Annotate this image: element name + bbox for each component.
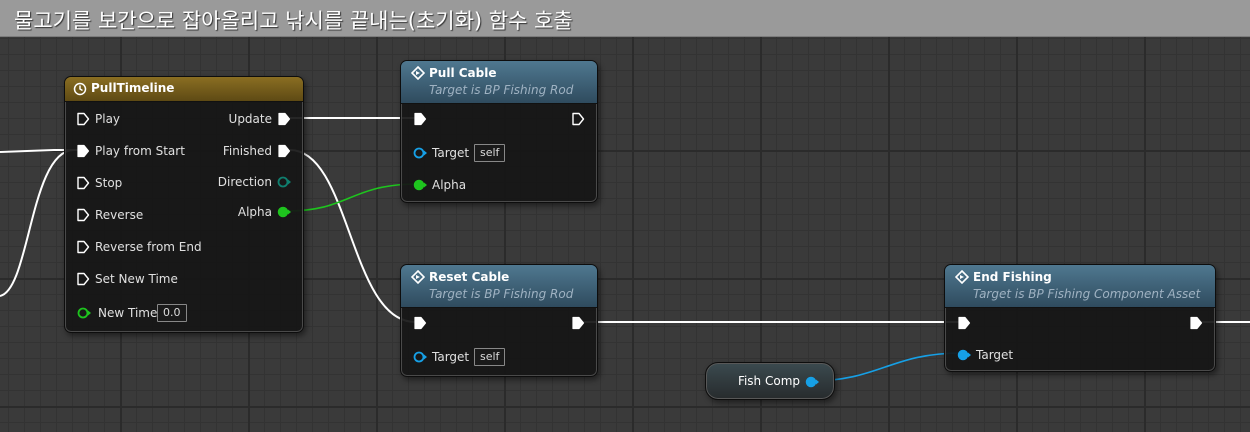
new-time-input[interactable]: 0.0 (157, 304, 187, 322)
exec-pin-icon (413, 316, 427, 330)
pin-exec-out[interactable] (565, 313, 585, 333)
reset-cable-header[interactable]: Reset Cable Target is BP Fishing Rod (401, 265, 597, 308)
function-icon (955, 270, 969, 284)
target-self-field[interactable]: self (474, 348, 506, 366)
float-pin-icon (77, 306, 91, 320)
exec-pin-icon (76, 112, 90, 126)
float-pin-icon (413, 178, 427, 192)
pin-label: Alpha (432, 178, 467, 192)
exec-pin-icon (571, 316, 585, 330)
pull-cable-subtitle: Target is BP Fishing Rod (429, 83, 574, 97)
exec-pin-icon (277, 144, 291, 158)
pull-cable-node[interactable]: Pull Cable Target is BP Fishing Rod Targ… (400, 60, 598, 203)
pin-label: Target (432, 146, 470, 160)
reset-cable-node[interactable]: Reset Cable Target is BP Fishing Rod Tar… (400, 264, 598, 377)
fish-comp-label: Fish Comp (737, 374, 800, 388)
pin-label: Set New Time (95, 272, 178, 286)
exec-pin-icon (76, 144, 90, 158)
pull-cable-header[interactable]: Pull Cable Target is BP Fishing Rod (401, 61, 597, 104)
object-pin-icon[interactable] (805, 375, 819, 389)
fish-comp-variable-node[interactable]: Fish Comp (705, 362, 835, 400)
exec-pin-icon (76, 272, 90, 286)
pin-target[interactable]: Target self (413, 143, 533, 163)
timeline-node-title: PullTimeline (91, 81, 175, 95)
function-icon (411, 66, 425, 80)
pin-label: New Time (98, 306, 158, 320)
object-pin-icon (413, 350, 427, 364)
exec-pin-icon (571, 112, 585, 126)
reset-cable-subtitle: Target is BP Fishing Rod (429, 287, 574, 301)
exec-pin-icon (76, 240, 90, 254)
object-pin-icon (413, 146, 427, 160)
pin-label: Play from Start (95, 144, 185, 158)
pin-label: Alpha (237, 205, 272, 219)
pull-cable-title: Pull Cable (429, 66, 497, 80)
exec-pin-icon (413, 112, 427, 126)
pin-label: Target (976, 348, 1014, 362)
pin-exec-out[interactable] (1183, 313, 1203, 333)
pin-label: Update (228, 112, 272, 126)
pin-label: Stop (95, 176, 123, 190)
pin-label: Finished (222, 144, 272, 158)
clock-icon (73, 82, 87, 96)
pin-target[interactable]: Target self (413, 347, 533, 367)
pin-new-time[interactable]: New Time 0.0 (77, 303, 217, 323)
end-fishing-node[interactable]: End Fishing Target is BP Fishing Compone… (944, 264, 1216, 372)
end-fishing-header[interactable]: End Fishing Target is BP Fishing Compone… (945, 265, 1215, 308)
target-self-field[interactable]: self (474, 144, 506, 162)
timeline-node[interactable]: PullTimeline Play Play from Start Stop R… (64, 76, 304, 333)
exec-pin-icon (1189, 316, 1203, 330)
pin-exec-out[interactable] (565, 109, 585, 129)
object-pin-icon (957, 348, 971, 362)
exec-pin-icon (76, 176, 90, 190)
float-wire-alpha (286, 183, 419, 212)
end-fishing-title: End Fishing (973, 270, 1052, 284)
exec-pin-icon (76, 208, 90, 222)
float-pin-icon (277, 205, 291, 219)
exec-pin-icon (957, 316, 971, 330)
exec-wire-finished-to-reset (289, 149, 416, 323)
pin-label: Reverse from End (95, 240, 202, 254)
end-fishing-subtitle: Target is BP Fishing Component Asset (973, 287, 1201, 301)
function-icon (411, 270, 425, 284)
pin-label: Reverse (95, 208, 144, 222)
pin-label: Play (95, 112, 121, 126)
pin-label: Target (432, 350, 470, 364)
reset-cable-title: Reset Cable (429, 270, 510, 284)
exec-wire-incoming-loop (0, 149, 75, 297)
timeline-node-header[interactable]: PullTimeline (65, 77, 303, 102)
exec-pin-icon (277, 112, 291, 126)
enum-pin-icon (277, 175, 291, 189)
pin-label: Direction (217, 175, 272, 189)
